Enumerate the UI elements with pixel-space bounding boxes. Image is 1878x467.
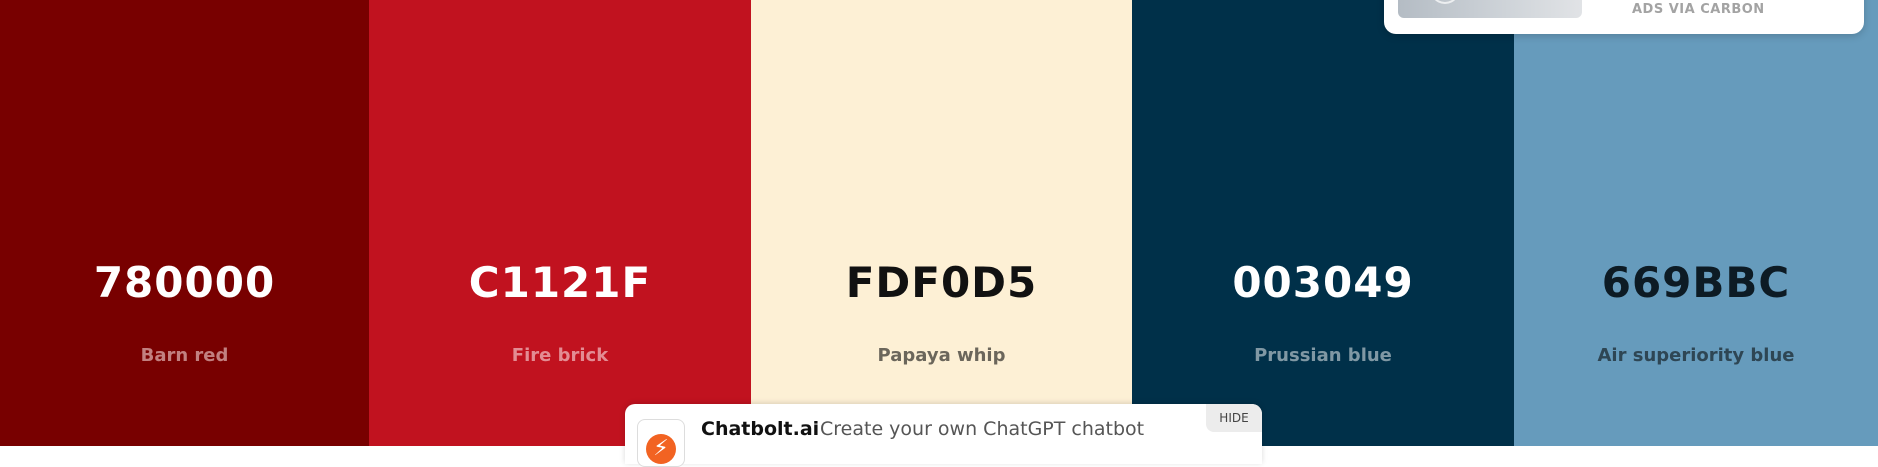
chatbolt-logo: ⚡ bbox=[637, 419, 685, 467]
ad-image[interactable] bbox=[1398, 0, 1582, 18]
swatch-fire-brick[interactable]: C1121F Fire brick bbox=[369, 0, 751, 446]
promo-tagline[interactable]: Create your own ChatGPT chatbot bbox=[820, 418, 1144, 440]
promo-brand[interactable]: Chatbolt.ai bbox=[701, 418, 819, 440]
carbon-ad-card[interactable]: ADS VIA CARBON bbox=[1384, 0, 1864, 34]
color-palette: 780000 Barn red C1121F Fire brick FDF0D5… bbox=[0, 0, 1878, 446]
swatch-prussian-blue[interactable]: 003049 Prussian blue bbox=[1132, 0, 1514, 446]
swatch-name: Papaya whip bbox=[877, 345, 1006, 366]
swatch-hex[interactable]: 780000 bbox=[0, 258, 369, 307]
swatch-name: Fire brick bbox=[511, 345, 609, 366]
swatch-hex[interactable]: 669BBC bbox=[1514, 258, 1878, 307]
chatbolt-promo-bar[interactable]: ⚡ Chatbolt.ai Create your own ChatGPT ch… bbox=[625, 404, 1262, 467]
swatch-papaya-whip[interactable]: FDF0D5 Papaya whip bbox=[751, 0, 1132, 446]
swatch-hex[interactable]: 003049 bbox=[1132, 258, 1514, 307]
ad-image-graphic bbox=[1428, 0, 1462, 4]
swatch-name: Prussian blue bbox=[1254, 345, 1392, 366]
swatch-hex[interactable]: FDF0D5 bbox=[751, 258, 1132, 307]
ads-via-carbon-link[interactable]: ADS VIA CARBON bbox=[1632, 2, 1765, 17]
swatch-air-superiority-blue[interactable]: 669BBC Air superiority blue bbox=[1514, 0, 1878, 446]
bolt-icon: ⚡ bbox=[646, 434, 676, 464]
swatch-name: Barn red bbox=[140, 345, 229, 366]
hide-button[interactable]: HIDE bbox=[1206, 404, 1262, 432]
swatch-barn-red[interactable]: 780000 Barn red bbox=[0, 0, 369, 446]
swatch-hex[interactable]: C1121F bbox=[369, 258, 751, 307]
swatch-name: Air superiority blue bbox=[1597, 345, 1795, 366]
